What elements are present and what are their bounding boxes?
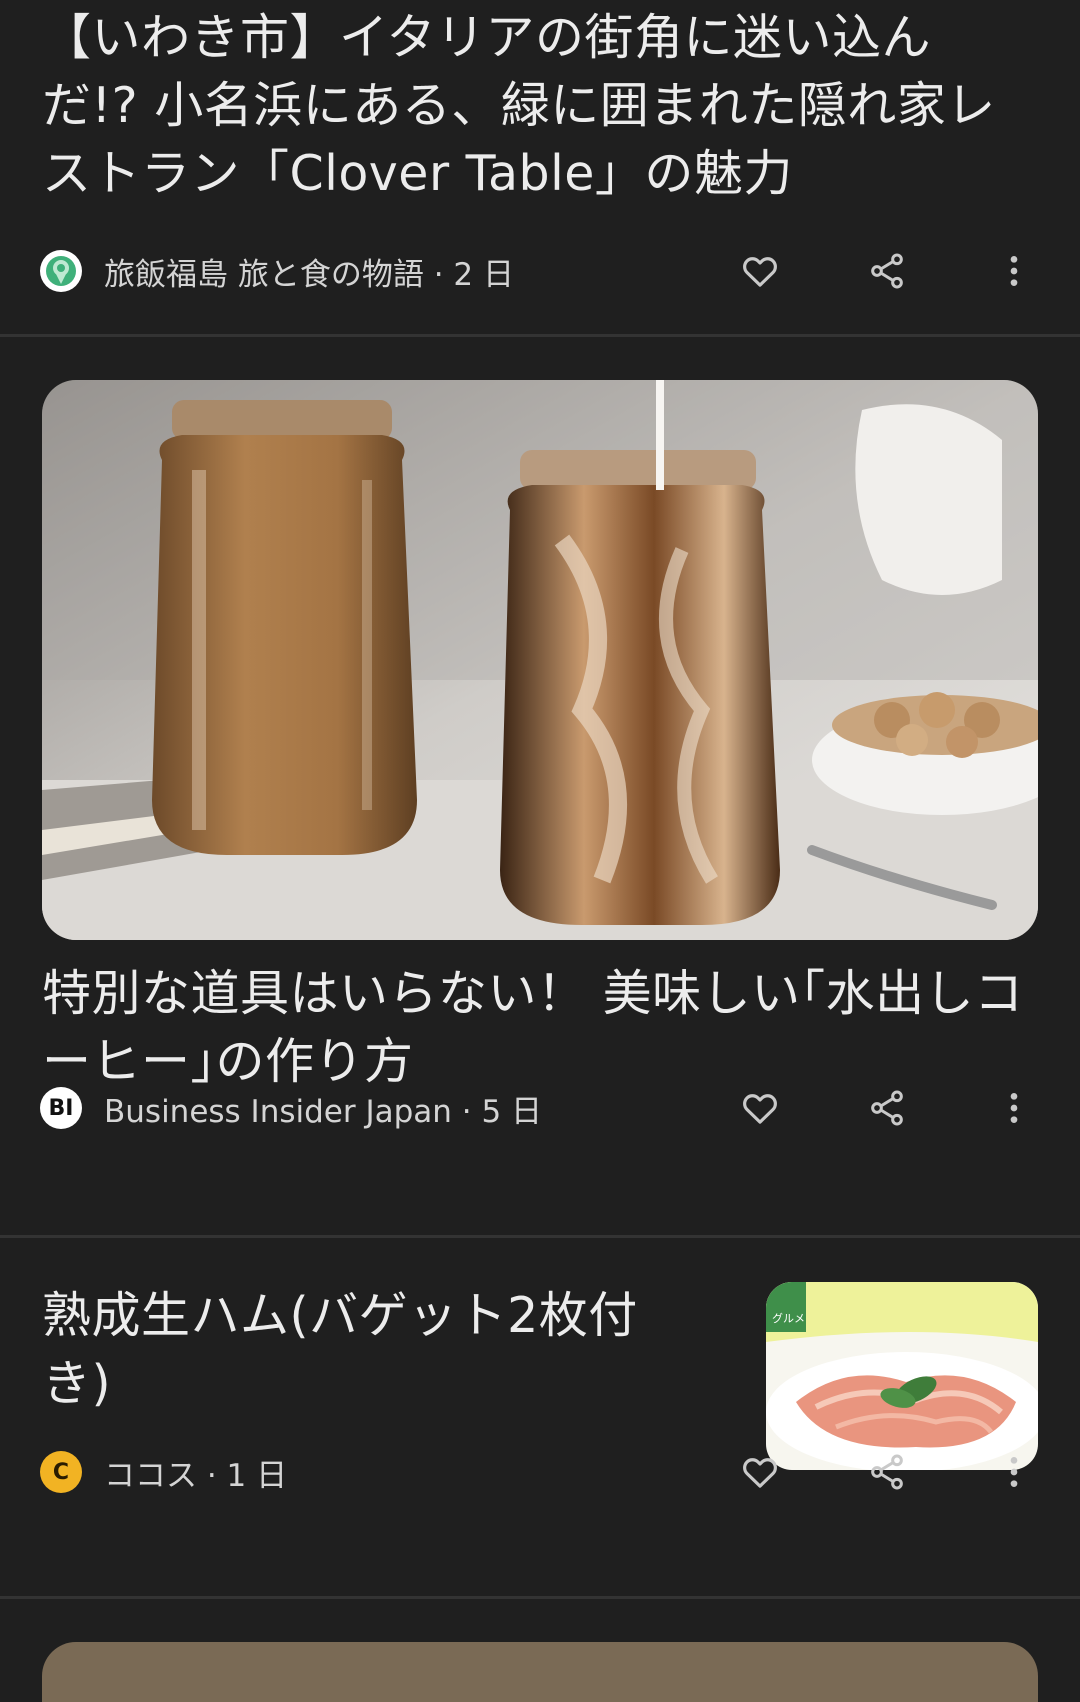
more-options-button[interactable] bbox=[982, 1076, 1046, 1140]
article-card[interactable]: 【いわき市】イタリアの街角に迷い込んだ!? 小名浜にある、緑に囲まれた隠れ家レス… bbox=[0, 0, 1080, 334]
article-title[interactable]: 【いわき市】イタリアの街角に迷い込んだ!? 小名浜にある、緑に囲まれた隠れ家レス… bbox=[42, 4, 1022, 208]
source-and-age[interactable]: Business Insider Japan · 5 日 bbox=[104, 1086, 542, 1131]
source-and-age[interactable]: ココス · 1 日 bbox=[104, 1450, 287, 1495]
heart-icon bbox=[743, 1458, 777, 1488]
like-button[interactable] bbox=[728, 1076, 792, 1140]
svg-text:グルメ: グルメ bbox=[772, 1311, 805, 1325]
source-pin-logo-icon bbox=[40, 250, 82, 292]
share-icon bbox=[871, 1454, 903, 1490]
source-cocos-logo-icon: C bbox=[40, 1451, 82, 1493]
article-meta: BI Business Insider Japan · 5 日 bbox=[40, 1084, 542, 1132]
article-card[interactable]: 特別な道具はいらない！ 美味しい｢水出しコーヒー｣の作り方 BI Busines… bbox=[0, 337, 1080, 1237]
share-button[interactable] bbox=[855, 1440, 919, 1504]
more-vert-icon bbox=[1010, 1457, 1018, 1487]
more-vert-icon bbox=[1010, 1093, 1018, 1123]
article-title[interactable]: 熟成生ハム(バゲット2枚付き) bbox=[42, 1282, 682, 1418]
article-image[interactable] bbox=[42, 380, 1038, 940]
share-icon bbox=[871, 1090, 903, 1126]
article-meta: 旅飯福島 旅と食の物語 · 2 日 bbox=[40, 247, 514, 295]
heart-icon bbox=[743, 257, 777, 287]
like-button[interactable] bbox=[728, 239, 792, 303]
source-and-age[interactable]: 旅飯福島 旅と食の物語 · 2 日 bbox=[104, 249, 514, 294]
source-bi-logo-icon: BI bbox=[40, 1087, 82, 1129]
divider bbox=[0, 1596, 1080, 1599]
iced-coffee-jars-image bbox=[42, 380, 1038, 940]
more-options-button[interactable] bbox=[982, 239, 1046, 303]
heart-icon bbox=[743, 1094, 777, 1124]
share-button[interactable] bbox=[855, 1076, 919, 1140]
news-feed: 【いわき市】イタリアの街角に迷い込んだ!? 小名浜にある、緑に囲まれた隠れ家レス… bbox=[0, 0, 1080, 1702]
like-button[interactable] bbox=[728, 1440, 792, 1504]
article-meta: C ココス · 1 日 bbox=[40, 1448, 287, 1496]
article-card[interactable]: 熟成生ハム(バゲット2枚付き) グルメ C ココス · 1 日 bbox=[0, 1238, 1080, 1598]
share-button[interactable] bbox=[855, 239, 919, 303]
share-icon bbox=[871, 253, 903, 289]
more-vert-icon bbox=[1010, 256, 1018, 286]
more-options-button[interactable] bbox=[982, 1440, 1046, 1504]
next-article-image[interactable] bbox=[42, 1642, 1038, 1702]
